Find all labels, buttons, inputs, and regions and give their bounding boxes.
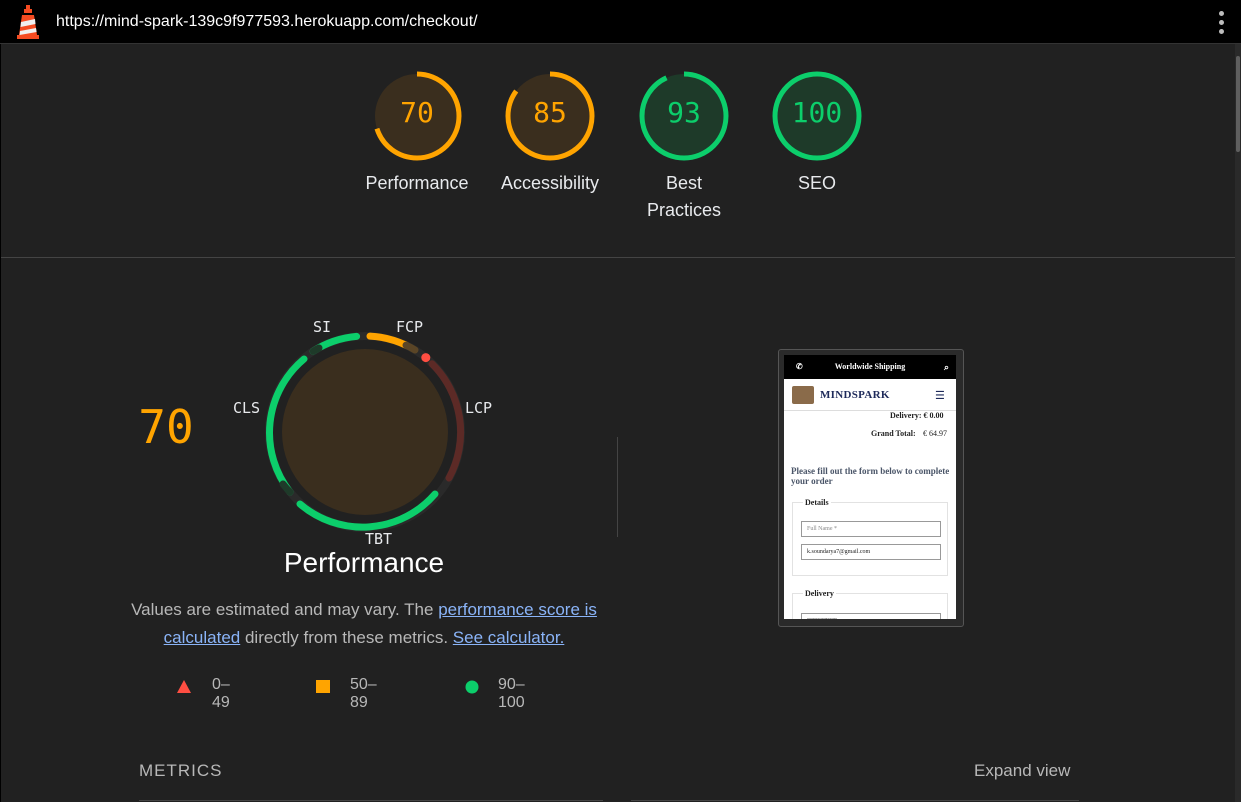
- brand-name: MINDSPARK: [820, 389, 890, 401]
- gauge-score: 85: [533, 96, 567, 129]
- gauge-best-practices[interactable]: 93 Best Practices: [629, 71, 739, 224]
- screenshot-header: MINDSPARK ☰: [784, 379, 956, 411]
- checkout-message: Please fill out the form below to comple…: [791, 466, 950, 486]
- metrics-heading: METRICS: [139, 761, 223, 780]
- gauge-label: SEO: [797, 173, 836, 193]
- screenshot-page: ✆ Worldwide Shipping ⌕ MINDSPARK ☰ Deliv…: [784, 355, 956, 619]
- legend-range: 90–100: [498, 676, 525, 711]
- more-vert-icon[interactable]: [1212, 10, 1232, 36]
- delivery-total: Delivery: € 0.00: [890, 411, 944, 420]
- metrics-divider: [631, 800, 1079, 801]
- final-screenshot[interactable]: ✆ Worldwide Shipping ⌕ MINDSPARK ☰ Deliv…: [778, 349, 964, 627]
- report-content: 70 Performance 85 Accessibility 93 Best …: [1, 44, 1235, 802]
- legend-range: 0–49: [212, 676, 230, 711]
- scrollbar[interactable]: [1235, 44, 1241, 802]
- metric-label-fcp: FCP: [396, 318, 424, 336]
- performance-title: Performance: [283, 547, 445, 578]
- triangle-icon: [177, 680, 191, 693]
- gauge-label: Accessibility: [500, 173, 600, 193]
- metric-label-cls: CLS: [233, 399, 261, 417]
- performance-description: Values are estimated and may vary. The p…: [131, 596, 597, 652]
- expand-view-button[interactable]: Expand view: [974, 761, 1070, 781]
- performance-score: 70: [138, 400, 194, 454]
- fieldset-legend: Delivery: [803, 589, 836, 598]
- fieldset-legend: Details: [803, 498, 831, 507]
- gauge-score: 100: [791, 96, 843, 129]
- gauge-label: Performance: [365, 173, 469, 193]
- brand-logo: [792, 386, 814, 404]
- hamburger-icon: ☰: [935, 390, 945, 402]
- metric-label-lcp: LCP: [465, 399, 493, 417]
- lighthouse-icon: [17, 5, 39, 39]
- search-icon: ⌕: [943, 362, 949, 372]
- square-icon: [316, 680, 330, 693]
- gauge-score: 70: [400, 96, 434, 129]
- see-calculator-link[interactable]: See calculator.: [453, 628, 565, 647]
- fullname-input: Full Name *: [801, 521, 941, 537]
- page-url[interactable]: https://mind-spark-139c9f977593.herokuap…: [56, 13, 478, 31]
- circle-icon: [465, 680, 479, 694]
- legend-range: 50–89: [350, 676, 377, 711]
- desc-text: directly from these metrics.: [240, 628, 453, 647]
- scrollbar-thumb[interactable]: [1236, 56, 1240, 152]
- grand-total-label: Grand Total:: [871, 429, 916, 438]
- desc-text: Values are estimated and may vary. The: [131, 600, 439, 619]
- section-divider: [1, 257, 1235, 258]
- metrics-divider: [139, 800, 603, 801]
- vertical-separator: [617, 437, 618, 537]
- gauge-performance[interactable]: 70 Performance: [353, 71, 481, 197]
- email-input: k.soundarya7@gmail.com: [801, 544, 941, 560]
- gauge-seo[interactable]: 100 SEO: [767, 71, 867, 197]
- phone-icon: ✆: [796, 362, 803, 371]
- grand-total-value: € 64.97: [923, 429, 947, 438]
- details-fieldset: Details Full Name * k.soundarya7@gmail.c…: [792, 498, 948, 576]
- browser-bar: https://mind-spark-139c9f977593.herokuap…: [0, 0, 1241, 44]
- topbar-text: Worldwide Shipping: [834, 362, 906, 371]
- screenshot-topbar: ✆ Worldwide Shipping ⌕: [784, 355, 956, 379]
- gauge-score: 93: [667, 96, 701, 129]
- metric-label-si: SI: [313, 318, 332, 336]
- delivery-fieldset: Delivery 0098395829: [792, 589, 948, 619]
- phone-input: 0098395829: [801, 613, 941, 619]
- performance-metrics-gauge: [265, 332, 465, 532]
- gauge-label: Best Practices: [646, 173, 722, 220]
- metric-label-tbt: TBT: [365, 530, 393, 548]
- gauge-accessibility[interactable]: 85 Accessibility: [491, 71, 609, 197]
